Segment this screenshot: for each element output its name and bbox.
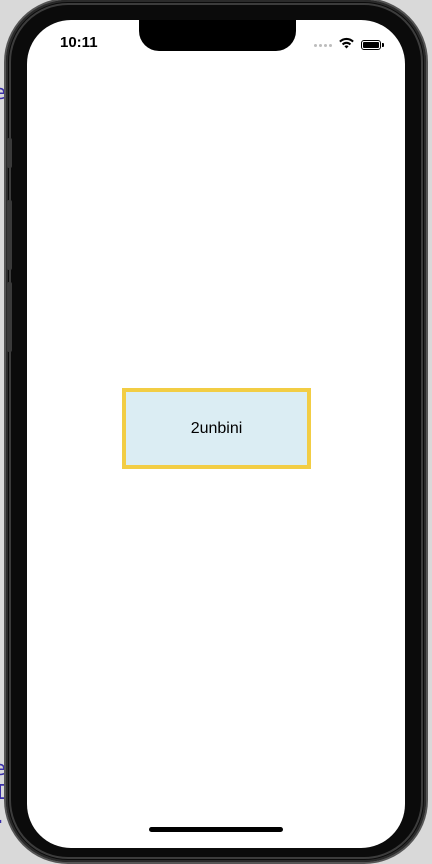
cellular-dots-icon bbox=[314, 43, 332, 47]
silent-switch bbox=[7, 138, 12, 168]
volume-up-button bbox=[7, 200, 12, 270]
volume-down-button bbox=[7, 282, 12, 352]
battery-cap bbox=[382, 43, 384, 47]
device-screen: 10:11 2unbini bbox=[27, 20, 405, 848]
home-indicator[interactable] bbox=[149, 827, 283, 832]
notch bbox=[139, 20, 296, 51]
name-label: 2unbini bbox=[122, 388, 311, 469]
battery-fill bbox=[363, 42, 379, 48]
battery-icon bbox=[361, 40, 384, 50]
wifi-icon bbox=[338, 36, 355, 54]
status-bar-icons bbox=[314, 36, 384, 54]
status-bar-time: 10:11 bbox=[60, 34, 98, 51]
name-label-text: 2unbini bbox=[190, 419, 243, 437]
